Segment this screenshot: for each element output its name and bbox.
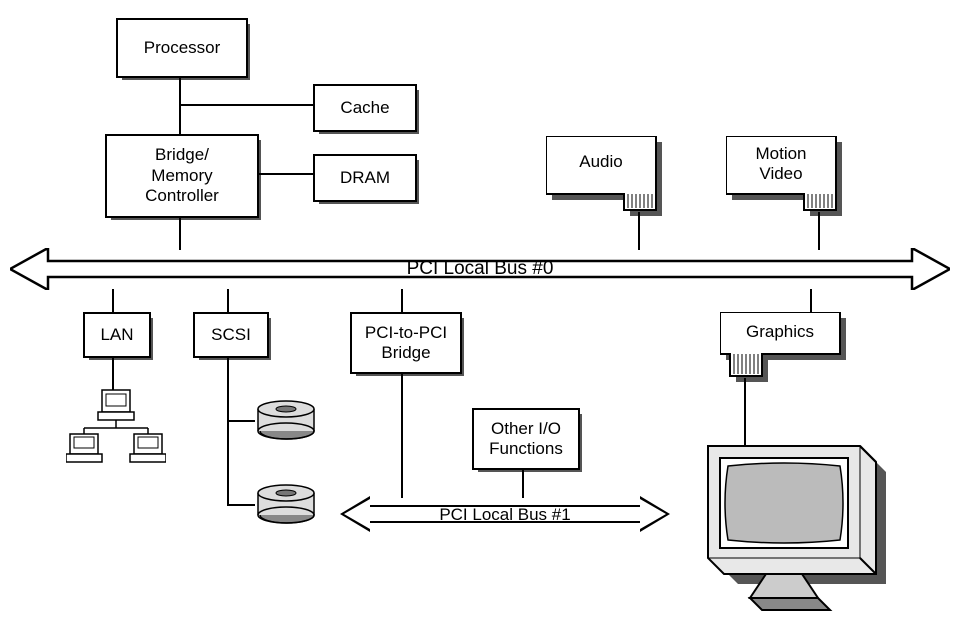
motion-video-label: Motion Video [726, 144, 836, 184]
lan-label: LAN [100, 325, 133, 345]
pci-bus-1-label: PCI Local Bus #1 [400, 505, 610, 525]
ppb-bus1-line [401, 372, 403, 498]
scsi-disk2-hline [227, 504, 255, 506]
cache-label: Cache [340, 98, 389, 118]
lan-block: LAN [83, 312, 151, 358]
cpu-cache-hline [179, 104, 326, 106]
audio-label: Audio [546, 152, 656, 172]
other-io-bus1-line [522, 468, 524, 498]
scsi-label: SCSI [211, 325, 251, 345]
monitor-icon [680, 434, 890, 624]
other-io-label: Other I/O Functions [489, 419, 563, 460]
dram-block: DRAM [313, 154, 417, 202]
scsi-bus0-line [227, 289, 229, 313]
processor-label: Processor [144, 38, 221, 58]
processor-block: Processor [116, 18, 248, 78]
bridge-mem-block: Bridge/ Memory Controller [105, 134, 259, 218]
dram-label: DRAM [340, 168, 390, 188]
cache-block: Cache [313, 84, 417, 132]
pci-bus-0-label: PCI Local Bus #0 [380, 258, 580, 280]
ppb-label: PCI-to-PCI Bridge [365, 323, 447, 364]
network-icon [66, 388, 166, 466]
scsi-disk1-hline [227, 420, 255, 422]
bridge-mem-label: Bridge/ Memory Controller [145, 145, 219, 206]
scsi-block: SCSI [193, 312, 269, 358]
bridge-dram-line [257, 173, 313, 175]
ppb-block: PCI-to-PCI Bridge [350, 312, 462, 374]
scsi-disks-vline [227, 356, 229, 506]
disk-icon-1 [254, 398, 318, 442]
audio-bus0-line [638, 212, 640, 250]
graphics-label: Graphics [720, 322, 840, 342]
lan-bus0-line [112, 289, 114, 313]
ppb-bus0-line [401, 289, 403, 313]
motion-bus0-line [818, 212, 820, 250]
bridge-bus0-line [179, 216, 181, 250]
other-io-block: Other I/O Functions [472, 408, 580, 470]
disk-icon-2 [254, 482, 318, 526]
graphics-bus0-line [810, 289, 812, 313]
audio-card [546, 136, 666, 224]
